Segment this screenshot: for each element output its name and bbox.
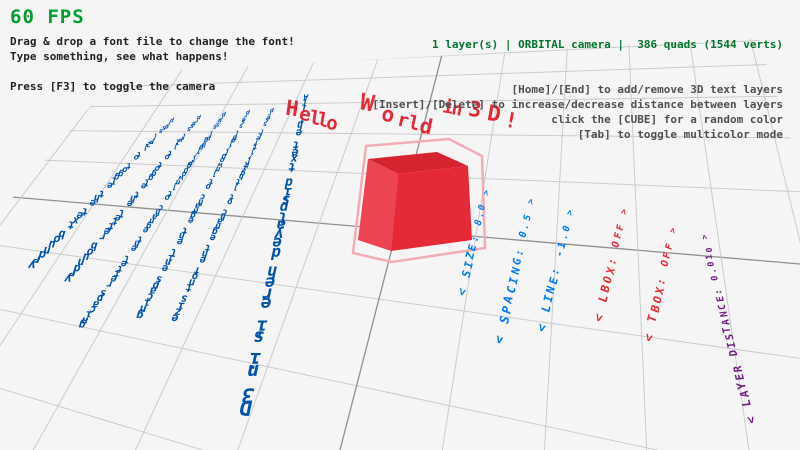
hud-right: 1 layer(s) | ORBITAL camera | 386 quads …	[372, 7, 783, 172]
ground-char: T	[723, 326, 735, 333]
ground-char: I	[726, 342, 738, 349]
ground-char: D	[728, 349, 740, 356]
ground-char: A	[738, 390, 751, 398]
help-line: [Insert]/[Delete] to increase/decrease d…	[372, 97, 783, 112]
help-line: Drag & drop a font file to change the fo…	[10, 34, 295, 49]
ground-char: Y	[736, 382, 749, 390]
ground-char: <	[744, 416, 758, 424]
help-line: [Tab] to toggle multicolor mode	[372, 127, 783, 142]
cube-front-face	[391, 166, 472, 251]
ground-char: 0	[710, 275, 720, 281]
ground-char: C	[717, 303, 728, 310]
help-line: [Home]/[End] to add/remove 3D text layer…	[372, 82, 783, 97]
fps-counter: 60 FPS	[10, 6, 85, 28]
help-line: Press [F3] to toggle the camera	[10, 79, 295, 94]
help-line: click the [CUBE] for a random color	[372, 112, 783, 127]
raylib-3d-text-demo-window[interactable]: HelloWorldin3D! Allthetextdisplayedherei…	[0, 0, 800, 450]
help-line: Type something, see what happens!	[10, 49, 295, 64]
stats-line: 1 layer(s) | ORBITAL camera | 386 quads …	[372, 37, 783, 52]
help-text-left: Drag & drop a font file to change the fo…	[10, 34, 295, 94]
help-text-right: [Home]/[End] to add/remove 3D text layer…	[372, 82, 783, 142]
ground-char: :	[714, 289, 725, 295]
ground-char: A	[721, 318, 733, 325]
ground-char: L	[740, 399, 753, 407]
ground-char: .	[709, 268, 719, 274]
ground-char: 0	[707, 261, 717, 267]
